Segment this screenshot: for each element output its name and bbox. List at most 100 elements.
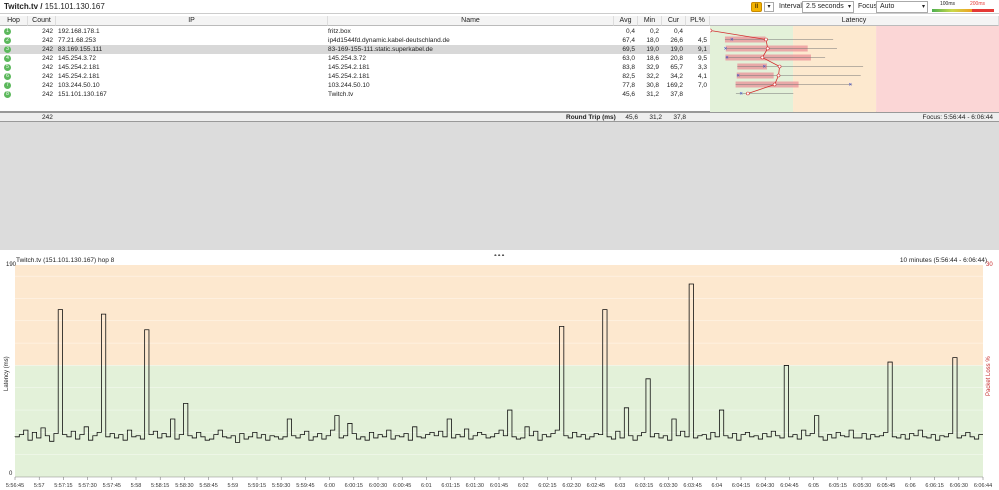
focus-select[interactable]: Auto ▾ <box>876 1 928 13</box>
avg-point <box>765 46 770 51</box>
x-tick-label: 5:58 <box>131 483 142 489</box>
col-latency[interactable]: Latency <box>710 16 999 26</box>
cell-min: 32,9 <box>646 64 659 71</box>
cell-avg: 82,5 <box>622 73 635 80</box>
cell-hop: 8 <box>0 90 25 99</box>
trace-table: Hop Count IP Name Avg Min Cur PL% Latenc… <box>0 16 999 112</box>
cell-name: 103.244.50.10 <box>328 82 370 89</box>
y-max-label: 190 <box>6 262 17 268</box>
cell-avg: 0,4 <box>625 28 635 35</box>
hop-badge: 8 <box>4 91 11 98</box>
x-tick-label: 5:57:45 <box>103 483 121 489</box>
cell-ip: 145.254.2.181 <box>58 64 100 71</box>
focus-label: Focus <box>858 3 878 10</box>
hop-badge: 7 <box>4 82 11 89</box>
table-row[interactable]: 4 242 145.254.3.72 145.254.3.72 63,0 18,6 20,8… <box>0 54 710 63</box>
hop-badge: 3 <box>4 46 11 53</box>
interval-select[interactable]: 2.5 seconds ▾ <box>802 1 854 13</box>
col-ip[interactable]: IP <box>56 16 328 26</box>
x-tick-label: 6:03:15 <box>635 483 653 489</box>
avg-point <box>710 28 713 33</box>
x-tick-label: 6:06 <box>905 483 916 489</box>
cell-cur: 19,0 <box>670 46 683 53</box>
table-row[interactable]: 8 242 151.101.130.167 Twitch.tv 45,6 31,2 37,8 <box>0 90 710 99</box>
x-tick-label: 6:00:15 <box>345 483 363 489</box>
cell-pl: 9,5 <box>697 55 707 62</box>
zone-warn <box>15 265 983 366</box>
col-count[interactable]: Count <box>28 16 56 26</box>
cell-min: 31,2 <box>646 91 659 98</box>
cell-hop: 1 <box>0 27 25 36</box>
x-tick-label: 6:05:30 <box>853 483 871 489</box>
latency-graph: ×××××××× <box>710 26 999 112</box>
col-hop[interactable]: Hop <box>0 16 28 26</box>
y2-max-label: 30 <box>986 262 993 268</box>
cell-count: 242 <box>42 28 53 35</box>
cell-cur: 169,2 <box>666 82 683 89</box>
col-name[interactable]: Name <box>328 16 614 26</box>
table-row[interactable]: 6 242 145.254.2.181 145.254.2.181 82,5 32,2 34… <box>0 72 710 81</box>
cell-pl: 9,1 <box>697 46 707 53</box>
cell-cur: 34,2 <box>670 73 683 80</box>
x-tick-label: 6:05:15 <box>829 483 847 489</box>
col-pl[interactable]: PL% <box>686 16 710 26</box>
cur-marker: × <box>725 56 729 62</box>
hop-badge: 1 <box>4 28 11 35</box>
avg-point <box>777 64 782 69</box>
cell-hop: 4 <box>0 54 25 63</box>
cell-pl: 4,1 <box>697 73 707 80</box>
hop-badge: 2 <box>4 37 11 44</box>
chevron-down-icon[interactable]: ▾ <box>764 2 774 12</box>
table-row[interactable]: 7 242 103.244.50.10 103.244.50.10 77,8 30,8 16… <box>0 81 710 90</box>
cell-hop: 3 <box>0 45 25 54</box>
cell-pl: 7,0 <box>697 82 707 89</box>
x-tick-label: 5:58:45 <box>199 483 217 489</box>
col-cur[interactable]: Cur <box>662 16 686 26</box>
col-avg[interactable]: Avg <box>614 16 638 26</box>
cell-name: 145.254.2.181 <box>328 73 370 80</box>
table-row[interactable]: 1 242 192.168.178.1 fritz.box 0,4 0,2 0,4 <box>0 27 710 36</box>
cell-ip: 145.254.2.181 <box>58 73 100 80</box>
focus-range-text: Focus: 5:56:44 - 6:06:44 <box>922 114 993 121</box>
x-tick-label: 6:02 <box>518 483 529 489</box>
x-tick-label: 6:04:45 <box>780 483 798 489</box>
x-tick-label: 6:02:30 <box>562 483 580 489</box>
x-tick-label: 6:05:45 <box>877 483 895 489</box>
cur-marker: × <box>724 47 728 53</box>
table-row[interactable]: 5 242 145.254.2.181 145.254.2.181 83,8 32,9 65… <box>0 63 710 72</box>
cell-hop: 2 <box>0 36 25 45</box>
x-tick-label: 5:59:30 <box>272 483 290 489</box>
cell-ip: 103.244.50.10 <box>58 82 100 89</box>
chart-range: 10 minutes (5:56:44 - 6:06:44) <box>899 257 987 264</box>
pause-button[interactable]: II <box>751 2 762 12</box>
zone-bad <box>876 26 999 112</box>
cell-avg: 45,6 <box>622 91 635 98</box>
window-title: Twitch.tv / 151.101.130.167 <box>4 2 105 11</box>
x-tick-label: 6:01 <box>421 483 432 489</box>
cell-count: 242 <box>42 73 53 80</box>
avg-point <box>772 82 777 87</box>
cell-cur: 20,8 <box>670 55 683 62</box>
cell-name: 145.254.2.181 <box>328 64 370 71</box>
cur-marker: × <box>763 65 767 71</box>
table-row[interactable]: 3 242 83.169.155.111 83-169-155-111.static.… <box>0 45 710 54</box>
footer-count: 242 <box>42 114 53 121</box>
cell-name: 145.254.3.72 <box>328 55 366 62</box>
x-tick-label: 6:01:15 <box>441 483 459 489</box>
cell-ip: 145.254.3.72 <box>58 55 96 62</box>
x-tick-label: 5:57:15 <box>54 483 72 489</box>
x-tick-label: 5:59:15 <box>248 483 266 489</box>
cell-avg: 63,0 <box>622 55 635 62</box>
cell-hop: 6 <box>0 72 25 81</box>
col-min[interactable]: Min <box>638 16 662 26</box>
avg-point <box>746 91 750 96</box>
cell-avg: 69,5 <box>622 46 635 53</box>
x-tick-label: 5:59 <box>227 483 238 489</box>
interval-label: Interval <box>779 3 802 10</box>
x-tick-label: 6:03:45 <box>683 483 701 489</box>
table-row[interactable]: 2 242 77.21.68.253 ip4d1544fd.dynamic.kabel… <box>0 36 710 45</box>
cell-pl: 4,5 <box>697 37 707 44</box>
timeline-panel: 5:56:45 5:57 5:57:15 5:57:30 5:57:45 5:58 5:58… <box>0 256 999 490</box>
round-trip-footer: 242 Round Trip (ms) 45,6 31,2 37,8 Focus… <box>0 112 999 122</box>
toolbar: Twitch.tv / 151.101.130.167 II ▾ Interva… <box>0 0 999 14</box>
